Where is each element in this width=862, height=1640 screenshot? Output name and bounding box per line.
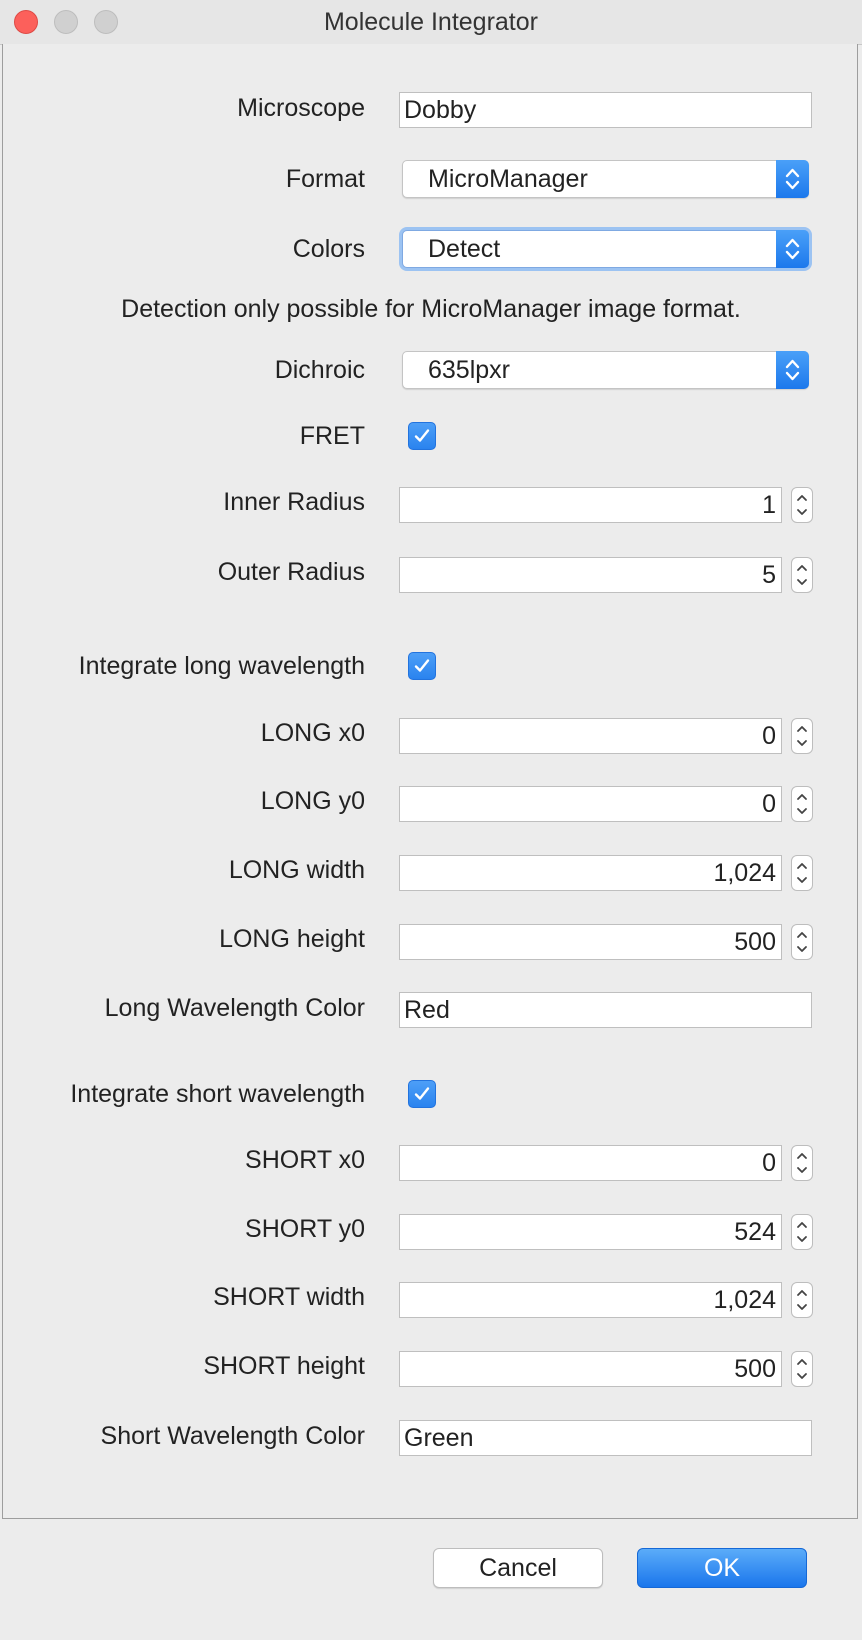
colors-select[interactable]: Detect	[402, 230, 809, 268]
stepper-up-icon	[797, 794, 807, 800]
microscope-field[interactable]: Dobby	[399, 92, 812, 128]
long-y0-field[interactable]: 0	[399, 786, 782, 822]
chevron-updown-icon	[776, 230, 809, 268]
stepper-up-icon	[797, 1222, 807, 1228]
stepper-down-icon	[797, 808, 807, 814]
long-y0-label: LONG y0	[260, 787, 365, 815]
short-width-label: SHORT width	[213, 1283, 365, 1311]
chevron-updown-icon	[776, 160, 809, 198]
stepper-up-icon	[797, 565, 807, 571]
window-title: Molecule Integrator	[323, 8, 538, 36]
checkmark-icon	[414, 429, 430, 442]
long-width-stepper[interactable]	[791, 855, 813, 891]
title-bar: Molecule Integrator	[0, 0, 862, 45]
short-x0-field[interactable]: 0	[399, 1145, 782, 1181]
short-width-stepper[interactable]	[791, 1282, 813, 1318]
short-x0-label: SHORT x0	[245, 1146, 365, 1174]
short-height-label: SHORT height	[203, 1352, 365, 1380]
short-height-stepper[interactable]	[791, 1351, 813, 1387]
stepper-up-icon	[797, 1359, 807, 1365]
microscope-label: Microscope	[237, 94, 365, 122]
dichroic-select[interactable]: 635lpxr	[402, 351, 809, 389]
long-color-field[interactable]: Red	[399, 992, 812, 1028]
format-select-value: MicroManager	[428, 165, 588, 193]
dichroic-label: Dichroic	[274, 356, 365, 384]
long-height-stepper[interactable]	[791, 924, 813, 960]
stepper-down-icon	[797, 509, 807, 515]
short-width-field[interactable]: 1,024	[399, 1282, 782, 1318]
long-x0-field[interactable]: 0	[399, 718, 782, 754]
short-y0-stepper[interactable]	[791, 1214, 813, 1250]
fret-checkbox[interactable]	[408, 422, 436, 450]
dialog-window: Molecule Integrator Microscope Dobby For…	[0, 0, 862, 1640]
cancel-button[interactable]: Cancel	[433, 1548, 603, 1588]
ok-button[interactable]: OK	[637, 1548, 807, 1588]
outer-radius-label: Outer Radius	[217, 558, 365, 586]
stepper-up-icon	[797, 495, 807, 501]
dichroic-select-value: 635lpxr	[428, 356, 510, 384]
inner-radius-label: Inner Radius	[223, 488, 365, 516]
short-color-label: Short Wavelength Color	[100, 1422, 365, 1450]
outer-radius-field[interactable]: 5	[399, 557, 782, 593]
format-label: Format	[285, 165, 365, 193]
stepper-down-icon	[797, 946, 807, 952]
long-y0-stepper[interactable]	[791, 786, 813, 822]
chevron-updown-icon	[776, 351, 809, 389]
outer-radius-stepper[interactable]	[791, 557, 813, 593]
short-height-field[interactable]: 500	[399, 1351, 782, 1387]
fret-label: FRET	[299, 422, 365, 450]
short-y0-field[interactable]: 524	[399, 1214, 782, 1250]
stepper-down-icon	[797, 877, 807, 883]
inner-radius-stepper[interactable]	[791, 487, 813, 523]
stepper-up-icon	[797, 863, 807, 869]
long-height-label: LONG height	[219, 925, 365, 953]
checkmark-icon	[414, 659, 430, 672]
format-select[interactable]: MicroManager	[402, 160, 809, 198]
detection-note: Detection only possible for MicroManager…	[121, 295, 741, 323]
short-color-field[interactable]: Green	[399, 1420, 812, 1456]
stepper-down-icon	[797, 1167, 807, 1173]
integrate-short-label: Integrate short wavelength	[70, 1080, 365, 1108]
stepper-up-icon	[797, 1290, 807, 1296]
long-width-label: LONG width	[228, 856, 365, 884]
settings-panel: Microscope Dobby Format MicroManager Col…	[2, 44, 858, 1519]
integrate-long-checkbox[interactable]	[408, 652, 436, 680]
integrate-long-label: Integrate long wavelength	[78, 652, 365, 680]
stepper-up-icon	[797, 1153, 807, 1159]
stepper-up-icon	[797, 726, 807, 732]
long-color-label: Long Wavelength Color	[104, 994, 365, 1022]
inner-radius-field[interactable]: 1	[399, 487, 782, 523]
checkmark-icon	[414, 1087, 430, 1100]
stepper-up-icon	[797, 932, 807, 938]
colors-select-value: Detect	[428, 235, 501, 263]
long-width-field[interactable]: 1,024	[399, 855, 782, 891]
short-x0-stepper[interactable]	[791, 1145, 813, 1181]
colors-label: Colors	[292, 235, 365, 263]
stepper-down-icon	[797, 740, 807, 746]
long-x0-stepper[interactable]	[791, 718, 813, 754]
integrate-short-checkbox[interactable]	[408, 1080, 436, 1108]
stepper-down-icon	[797, 1304, 807, 1310]
stepper-down-icon	[797, 1373, 807, 1379]
stepper-down-icon	[797, 579, 807, 585]
short-y0-label: SHORT y0	[245, 1215, 365, 1243]
long-height-field[interactable]: 500	[399, 924, 782, 960]
long-x0-label: LONG x0	[260, 719, 365, 747]
stepper-down-icon	[797, 1236, 807, 1242]
